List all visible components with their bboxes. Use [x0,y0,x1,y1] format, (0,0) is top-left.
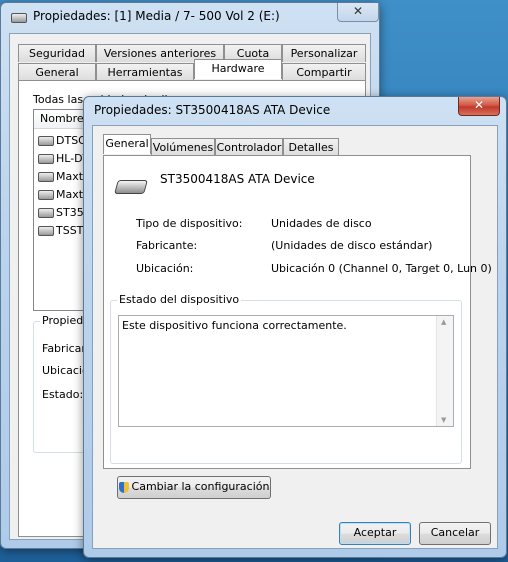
hard-drive-icon [38,190,54,200]
row-value-fabricante: (Unidades de disco estándar) [271,239,433,252]
hard-drive-icon [38,154,54,164]
tab-compartir[interactable]: Compartir [282,63,366,81]
list-item[interactable]: HL-DT [38,152,89,165]
scroll-up-arrow-icon[interactable]: ▲ [441,318,446,326]
dialog-client-area: General Volúmenes Controlador Detalles S… [92,125,498,549]
tab-personalizar[interactable]: Personalizar [282,44,366,62]
tab-seguridad[interactable]: Seguridad [18,44,96,62]
list-item[interactable]: DTSO [38,134,87,147]
status-textbox[interactable]: Este dispositivo funciona correctamente.… [118,315,454,427]
row-label-ubicacion: Ubicación: [136,262,194,275]
row-value-ubicacion: Ubicación 0 (Channel 0, Target 0, Lun 0) [271,262,492,275]
tab-volumenes[interactable]: Volúmenes [151,138,215,156]
uac-shield-icon [118,481,129,493]
list-item[interactable]: TSST( [38,224,88,237]
tab-detalles[interactable]: Detalles [283,138,339,156]
status-group-title: Estado del dispositivo [117,293,242,306]
back-close-button[interactable]: ✕ [337,3,379,22]
row-label-fabricante: Fabricante: [136,239,198,252]
tab-hardware[interactable]: Hardware [194,59,282,79]
back-titlebar[interactable]: Propiedades: [1] Media / 7- 500 Vol 2 (E… [1,3,379,31]
dialog-titlebar[interactable]: Propiedades: ST3500418AS ATA Device ✕ [84,97,506,125]
status-text: Este dispositivo funciona correctamente. [122,319,347,332]
back-window-title: Propiedades: [1] Media / 7- 500 Vol 2 (E… [33,9,280,23]
device-properties-dialog: Propiedades: ST3500418AS ATA Device ✕ Ge… [83,96,507,558]
hard-drive-icon [38,172,54,182]
device-name: ST3500418AS ATA Device [160,172,315,186]
device-status-group: Estado del dispositivo Este dispositivo … [110,293,462,464]
drive-icon [11,13,27,23]
row-value-tipo: Unidades de disco [271,217,372,230]
cancel-button[interactable]: Cancelar [419,522,491,545]
tab-controlador[interactable]: Controlador [215,138,283,156]
hard-drive-icon [38,226,54,236]
hard-drive-icon [38,208,54,218]
accept-button[interactable]: Aceptar [339,522,411,545]
dialog-close-button[interactable]: ✕ [458,97,500,116]
row-label-tipo: Tipo de dispositivo: [136,217,243,230]
tab-herramientas[interactable]: Herramientas [96,63,194,81]
tab-general[interactable]: General [103,134,151,154]
hard-drive-icon [38,136,54,146]
scroll-down-arrow-icon[interactable]: ▼ [441,416,446,424]
status-scrollbar[interactable]: ▲ ▼ [436,316,453,426]
dialog-title: Propiedades: ST3500418AS ATA Device [94,103,331,117]
change-config-button[interactable]: Cambiar la configuración [117,476,271,499]
general-panel: ST3500418AS ATA Device Tipo de dispositi… [103,155,492,469]
hard-drive-icon [114,180,148,194]
tab-general-back[interactable]: General [18,63,96,81]
prop-label-estado: Estado: [42,388,84,401]
